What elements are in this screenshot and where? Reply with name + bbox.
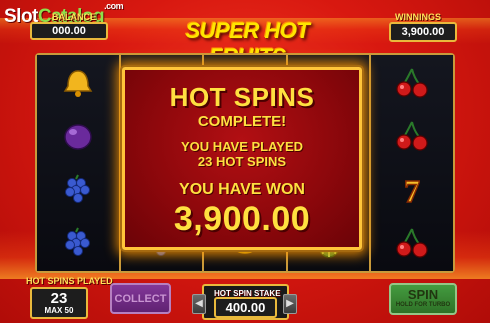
hot-spins-complete-dialog: HOT SPINS COMPLETE! YOU HAVE PLAYED 23 H… — [122, 67, 362, 250]
cherries-symbol-icon — [373, 218, 451, 268]
grapes-symbol-icon — [39, 218, 117, 268]
hot-spins-played-label: HOT SPINS PLAYED — [26, 276, 113, 286]
spin-sublabel: HOLD FOR TURBO — [395, 302, 451, 308]
stake-decrease-arrow-icon[interactable]: ◀ — [192, 294, 206, 314]
popup-won-amount: 3,900.00 — [173, 200, 311, 238]
collect-button[interactable]: COLLECT — [110, 283, 171, 314]
hot-spins-played-value: 23 — [50, 290, 68, 307]
cherries-symbol-icon — [373, 58, 451, 108]
svg-text:7: 7 — [404, 173, 420, 207]
popup-title: HOT SPINS — [169, 82, 315, 112]
balance-label: BALANCE — [52, 12, 96, 22]
plum-symbol-icon — [39, 111, 117, 161]
hot-spins-max: MAX 50 — [44, 306, 74, 315]
spin-button[interactable]: SPIN HOLD FOR TURBO — [389, 283, 457, 315]
grapes-symbol-icon — [39, 165, 117, 215]
balance-value: 000.00 — [30, 22, 108, 40]
popup-won-label: YOU HAVE WON — [179, 181, 305, 198]
hot-spin-stake-value: 400.00 — [214, 297, 277, 318]
reel-5: 7 — [371, 55, 453, 271]
stake-increase-arrow-icon[interactable]: ▶ — [283, 294, 297, 314]
spin-label: SPIN — [407, 287, 439, 302]
cherries-symbol-icon — [373, 111, 451, 161]
bell-symbol-icon — [39, 58, 117, 108]
popup-played-line: YOU HAVE PLAYED — [180, 139, 304, 154]
popup-played-count: 23 HOT SPINS — [197, 154, 287, 169]
reel-1 — [37, 55, 119, 271]
winnings-value: 3,900.00 — [389, 22, 457, 42]
winnings-label: WINNINGS — [395, 12, 441, 22]
seven-symbol-icon: 7 — [373, 165, 451, 215]
popup-subtitle: COMPLETE! — [197, 113, 287, 130]
hot-spins-played-box: 23 MAX 50 — [30, 287, 88, 319]
